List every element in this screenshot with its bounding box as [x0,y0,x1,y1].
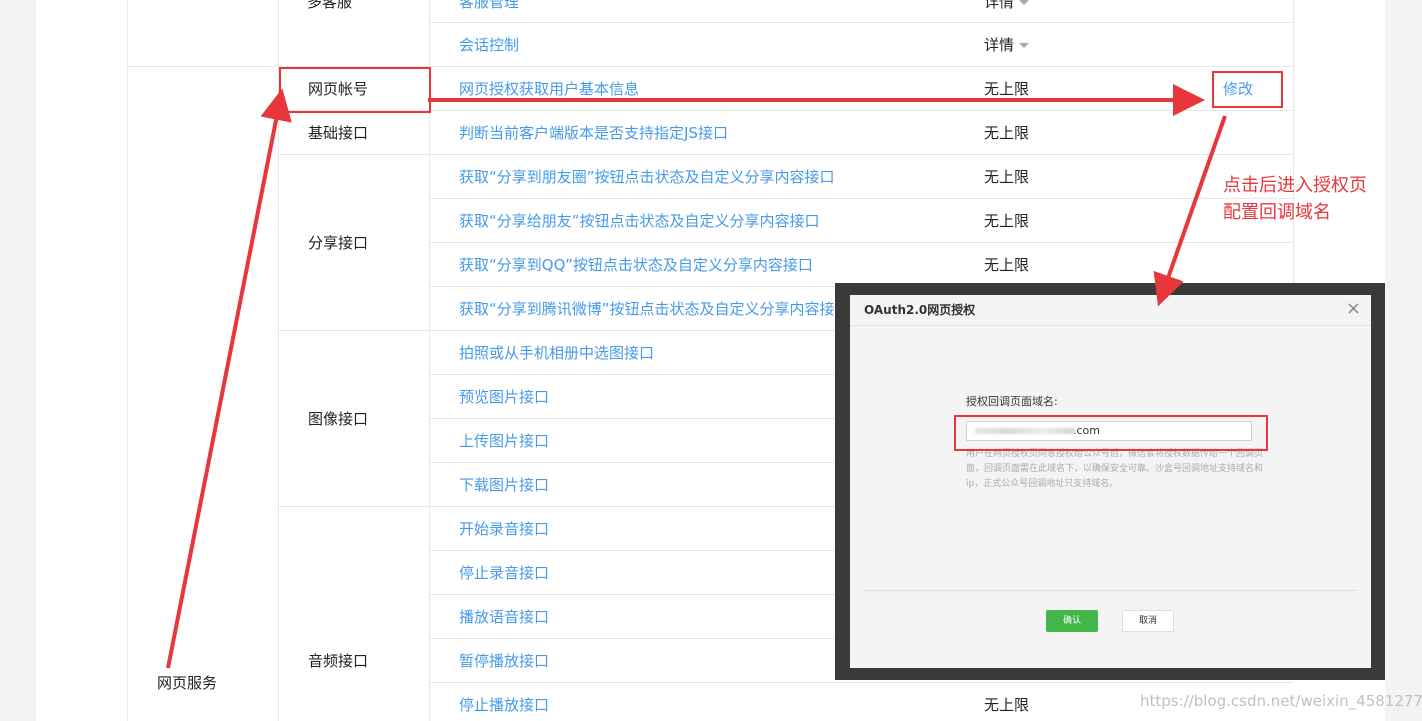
service-link[interactable]: 预览图片接口 [459,387,549,407]
service-link[interactable]: 获取“分享到腾讯微博”按钮点击状态及自定义分享内容接口 [459,299,835,319]
details-label: 详情 [984,0,1015,11]
details-dropdown[interactable]: 详情 [984,35,1030,55]
details-dropdown[interactable]: 详情 [984,0,1030,12]
service-link[interactable]: 拍照或从手机相册中选图接口 [459,343,654,363]
dialog-divider [864,590,1357,591]
row-divider [429,418,869,419]
service-link[interactable]: 获取“分享到QQ”按钮点击状态及自定义分享内容接口 [459,255,813,275]
details-label: 详情 [984,36,1015,54]
limit-value: 无上限 [984,124,1030,142]
service-link[interactable]: 停止录音接口 [459,563,549,583]
row-divider [429,594,869,595]
category-basic-interface: 基础接口 [308,124,369,142]
row-divider [278,330,869,331]
row-divider [429,638,869,639]
annotation-line-2: 配置回调域名 [1223,202,1331,223]
service-link[interactable]: 上传图片接口 [459,431,549,451]
service-link[interactable]: 网页授权获取用户基本信息 [459,79,639,99]
row-divider [429,198,1294,199]
row-divider [429,286,869,287]
service-link[interactable]: 会话控制 [459,35,519,55]
col-divider [127,0,128,721]
service-link[interactable]: 下载图片接口 [459,475,549,495]
category-image-interface: 图像接口 [308,410,369,428]
row-divider [278,506,869,507]
page-right-gutter [1385,0,1422,721]
row-divider [429,242,1294,243]
dialog-title: OAuth2.0网页授权 [864,303,976,317]
category-audio-interface: 音频接口 [308,652,369,670]
close-icon[interactable]: × [1346,298,1361,319]
highlight-callback-input [954,415,1268,451]
row-divider [278,154,1294,155]
dialog-help-text: 用户在网页授权页同意授权给公众号后，微信会将授权数据传给一个回调页面，回调页面需… [966,449,1264,489]
limit-value: 无上限 [984,212,1030,230]
category-share-interface: 分享接口 [308,234,369,252]
oauth-dialog: OAuth2.0网页授权 × 授权回调页面域名: .com 用户在网页授权页同意… [850,295,1371,668]
highlight-modify [1212,71,1283,108]
category-multi-service: 多客服 [307,0,353,11]
service-link[interactable]: 客服管理 [459,0,519,12]
limit-value: 无上限 [984,168,1030,186]
dialog-header: OAuth2.0网页授权 × [850,295,1371,326]
limit-value: 无上限 [984,80,1030,98]
row-divider [429,374,869,375]
group-web-service: 网页服务 [157,674,218,692]
service-link[interactable]: 停止播放接口 [459,695,549,715]
chevron-down-icon [1019,0,1030,5]
watermark: https://blog.csdn.net/weixin_45812770 [1140,692,1422,710]
page-left-gutter [0,0,36,721]
limit-value: 无上限 [984,696,1030,714]
service-link[interactable]: 获取“分享给朋友”按钮点击状态及自定义分享内容接口 [459,211,820,231]
row-divider [429,462,869,463]
service-link[interactable]: 判断当前客户端版本是否支持指定JS接口 [459,123,728,143]
confirm-button[interactable]: 确认 [1046,610,1098,632]
chevron-down-icon [1019,43,1030,48]
service-link[interactable]: 播放语音接口 [459,607,549,627]
row-divider [429,682,1294,683]
row-divider [429,22,1294,23]
annotation-line-1: 点击后进入授权页 [1223,175,1367,196]
cancel-button[interactable]: 取消 [1122,610,1174,632]
service-link[interactable]: 开始录音接口 [459,519,549,539]
service-link[interactable]: 获取“分享到朋友圈”按钮点击状态及自定义分享内容接口 [459,167,835,187]
service-link[interactable]: 暂停播放接口 [459,651,549,671]
limit-value: 无上限 [984,256,1030,274]
highlight-web-account [279,67,431,113]
callback-domain-label: 授权回调页面域名: [966,395,1058,408]
row-divider [429,550,869,551]
